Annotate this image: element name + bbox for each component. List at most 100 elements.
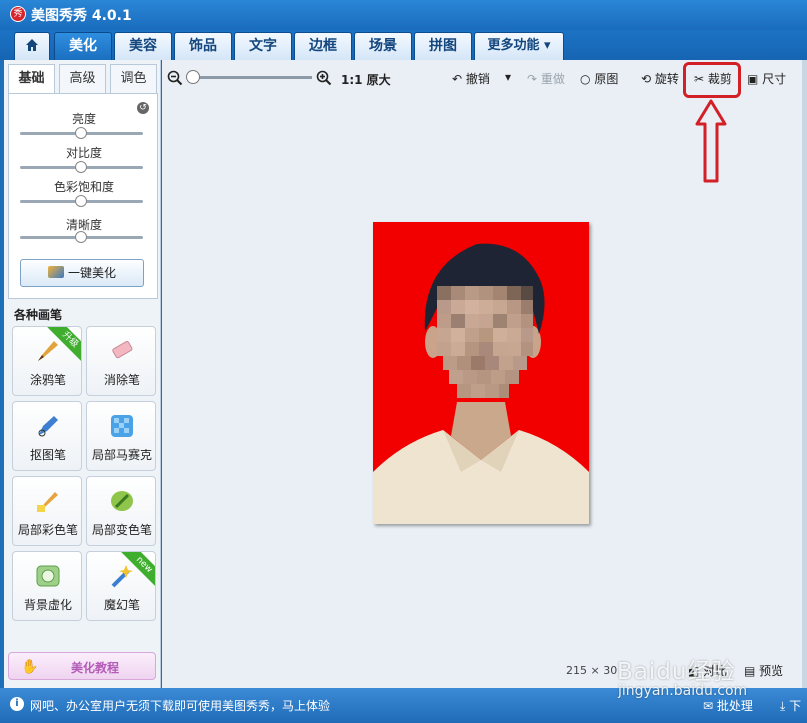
rotate-icon: ⟲ — [641, 72, 652, 86]
one-click-beautify-button[interactable]: 一键美化 — [20, 259, 144, 287]
original-size-button[interactable]: 1:1 原大 — [341, 71, 391, 88]
pen-mosaic[interactable]: 局部马赛克 — [86, 401, 156, 471]
annotation-arrow-icon — [695, 99, 727, 183]
right-scroll-edge[interactable] — [802, 60, 807, 688]
portrait-photo — [373, 222, 589, 524]
photo-image[interactable] — [373, 222, 589, 524]
zoom-out-icon[interactable] — [167, 70, 183, 86]
brightness-label: 亮度 — [71, 112, 96, 126]
original-image-button[interactable]: ○ 原图 — [580, 70, 618, 87]
resize-icon: ▣ — [747, 72, 759, 86]
pen-background-blur-label: 背景虚化 — [23, 598, 72, 612]
subtab-basic[interactable]: 基础 — [8, 64, 55, 94]
redo-button[interactable]: ↷ 重做 — [527, 70, 565, 87]
app-title: 美图秀秀 4.0.1 — [31, 8, 132, 24]
tab-home[interactable] — [14, 32, 50, 60]
magic-pen-icon — [111, 565, 133, 588]
undo-button[interactable]: ↶ 撤销 — [452, 70, 490, 87]
tab-accessories[interactable]: 饰品 — [174, 32, 232, 60]
tab-more-features[interactable]: 更多功能 ▾ — [474, 32, 564, 60]
eraser-icon — [112, 341, 133, 359]
undo-dropdown[interactable]: ▾ — [505, 70, 511, 84]
batch-label: 批处理 — [716, 699, 753, 713]
status-message-link[interactable]: 网吧、办公室用户无须下载即可使用美图秀秀，马上体验 — [30, 697, 330, 714]
zoom-in-icon[interactable] — [316, 70, 332, 86]
left-panel: 基础 高级 调色 ↺ 亮度 对比度 色彩饱和度 清晰度 一键美化 各种画笔 升级… — [4, 60, 161, 688]
subtab-advanced[interactable]: 高级 — [59, 64, 106, 94]
pen-eraser[interactable]: 消除笔 — [86, 326, 156, 396]
beautify-tutorial-label: 美化教程 — [71, 661, 120, 675]
pen-mosaic-label: 局部马赛克 — [91, 448, 152, 462]
saturation-label: 色彩饱和度 — [53, 180, 114, 194]
hand-icon: ✋ — [21, 659, 39, 675]
home-icon — [26, 39, 38, 51]
redo-label: 重做 — [540, 72, 565, 86]
color-change-icon — [111, 491, 133, 511]
main-nav: 美化 美容 饰品 文字 边框 场景 拼图 更多功能 ▾ — [0, 30, 807, 60]
crop-annotation-box — [683, 62, 741, 98]
image-size-readout: 215 × 30 — [566, 664, 618, 677]
one-click-beautify-label: 一键美化 — [67, 266, 116, 280]
download-icon: ⤓ — [780, 699, 786, 713]
basic-adjust-panel: ↺ 亮度 对比度 色彩饱和度 清晰度 一键美化 — [8, 93, 158, 299]
rotate-button[interactable]: ⟲ 旋转 — [641, 70, 679, 87]
subtab-color[interactable]: 调色 — [110, 64, 157, 94]
pens-section-title: 各种画笔 — [14, 308, 63, 322]
tab-beautify[interactable]: 美化 — [54, 32, 112, 60]
title-bar: 秀 美图秀秀 4.0.1 — [0, 0, 807, 30]
tab-face[interactable]: 美容 — [114, 32, 172, 60]
beautify-icon — [47, 266, 64, 278]
pen-magic[interactable]: new 魔幻笔 — [86, 551, 156, 621]
contrast-slider-knob[interactable] — [75, 161, 87, 173]
chevron-down-icon: ▾ — [505, 70, 512, 84]
resize-label: 尺寸 — [762, 72, 787, 86]
resize-button[interactable]: ▣ 尺寸 — [747, 70, 786, 87]
pen-local-recolor-label: 局部变色笔 — [91, 523, 152, 537]
undo-label: 撤销 — [465, 72, 490, 86]
pen-local-color[interactable]: 局部彩色笔 — [12, 476, 82, 546]
pen-cutout[interactable]: 抠图笔 — [12, 401, 82, 471]
tab-scene[interactable]: 场景 — [354, 32, 412, 60]
watermark-url: jingyan.baidu.com — [618, 683, 748, 699]
undo-icon: ↶ — [452, 72, 463, 86]
sharpness-slider-knob[interactable] — [75, 231, 87, 243]
tab-collage[interactable]: 拼图 — [414, 32, 472, 60]
preview-icon: ▤ — [744, 664, 756, 678]
pen-cutout-label: 抠图笔 — [29, 448, 66, 462]
pen-doodle[interactable]: 升级 涂鸦笔 — [12, 326, 82, 396]
info-icon: i — [10, 697, 24, 711]
zoom-slider[interactable] — [192, 76, 312, 79]
pen-eraser-label: 消除笔 — [103, 373, 140, 387]
brightness-slider-knob[interactable] — [75, 127, 87, 139]
blur-background-icon — [36, 565, 60, 587]
mosaic-icon — [111, 415, 133, 437]
download-label: 下 — [789, 699, 802, 713]
tab-text[interactable]: 文字 — [234, 32, 292, 60]
color-brush-icon — [37, 492, 58, 512]
batch-icon: ✉ — [703, 699, 714, 713]
download-button[interactable]: ⤓ 下 — [780, 697, 801, 714]
adjust-subtabs: 基础 高级 调色 — [8, 64, 158, 94]
beautify-tutorial-button[interactable]: ✋ 美化教程 — [8, 652, 156, 680]
preview-label: 预览 — [759, 664, 784, 678]
zoom-slider-knob[interactable] — [186, 70, 200, 84]
original-label: 原图 — [594, 72, 619, 86]
app-logo-icon: 秀 — [10, 6, 26, 22]
rotate-label: 旋转 — [654, 72, 679, 86]
pen-doodle-label: 涂鸦笔 — [29, 373, 66, 387]
original-icon: ○ — [580, 72, 591, 86]
batch-process-button[interactable]: ✉ 批处理 — [703, 697, 753, 714]
redo-icon: ↷ — [527, 72, 538, 86]
tab-frame[interactable]: 边框 — [294, 32, 352, 60]
pen-magic-label: 魔幻笔 — [103, 598, 140, 612]
preview-button[interactable]: ▤ 预览 — [744, 662, 783, 679]
pen-local-recolor[interactable]: 局部变色笔 — [86, 476, 156, 546]
brush-icon — [38, 341, 58, 361]
baidu-jingyan-watermark: Baidu经验 — [617, 659, 736, 685]
sharpness-label: 清晰度 — [65, 218, 102, 232]
saturation-slider-knob[interactable] — [75, 195, 87, 207]
cutout-pen-icon — [38, 416, 58, 437]
contrast-label: 对比度 — [65, 146, 102, 160]
pen-background-blur[interactable]: 背景虚化 — [12, 551, 82, 621]
pen-local-color-label: 局部彩色笔 — [17, 523, 78, 537]
